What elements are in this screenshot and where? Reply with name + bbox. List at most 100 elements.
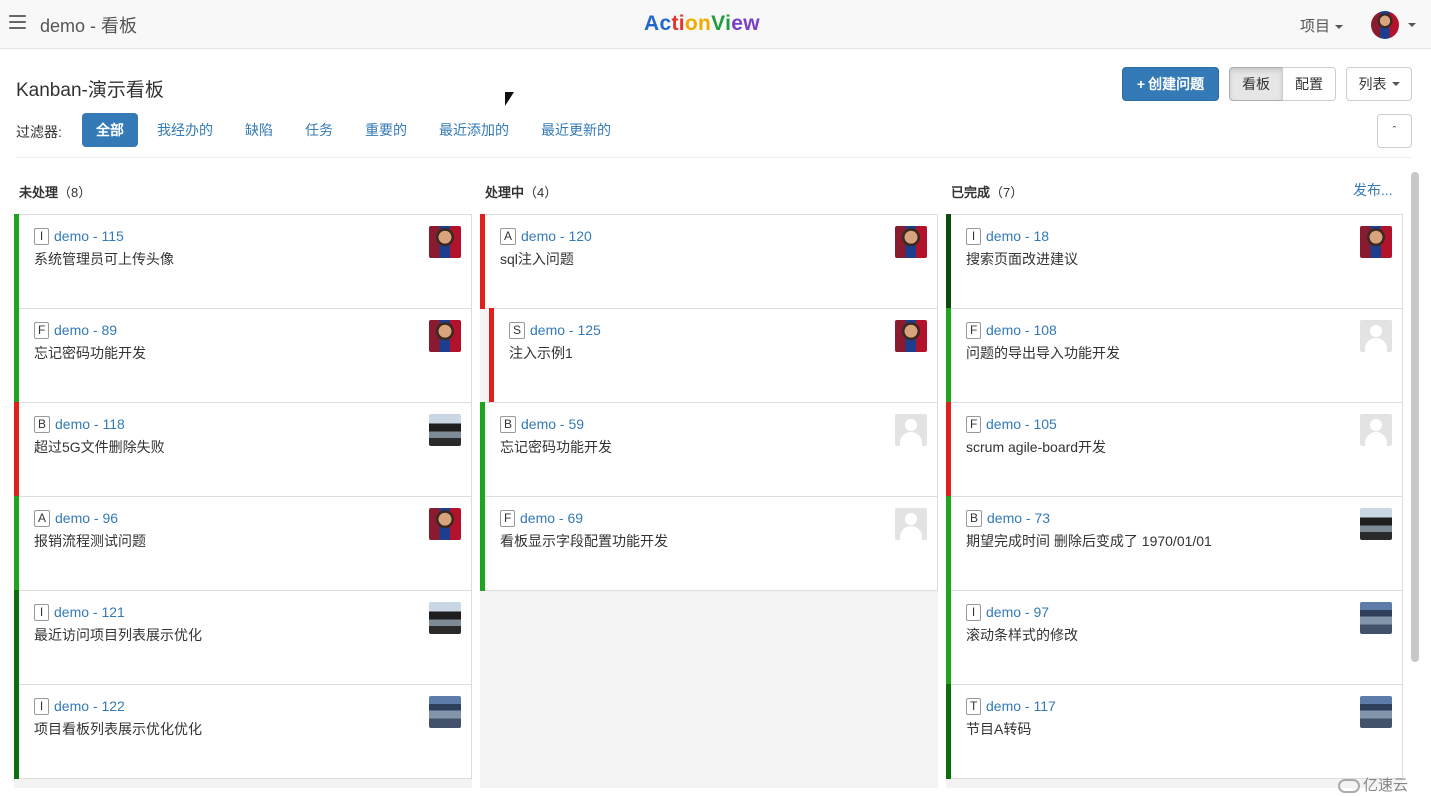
issue-title: 最近访问项目列表展示优化 [34,627,202,643]
issue-type-badge: I [966,228,981,245]
issue-card[interactable]: Bdemo - 118 超过5G文件删除失败 [14,402,472,497]
issue-type-badge: F [966,416,982,433]
issue-type-badge: I [34,604,49,621]
assignee-avatar [1360,602,1392,634]
brand-part: Ac [644,12,672,35]
issue-card[interactable]: Bdemo - 59 忘记密码功能开发 [480,402,938,497]
issue-key-link[interactable]: demo - 121 [54,604,125,620]
issue-card[interactable]: Idemo - 115 系统管理员可上传头像 [14,214,472,309]
vertical-scrollbar[interactable] [1411,172,1419,662]
issue-title: 问题的导出导入功能开发 [966,345,1120,361]
issue-key-link[interactable]: demo - 108 [986,322,1057,338]
caret-down-icon [1391,82,1400,86]
list-menu-button[interactable]: 列表 [1346,67,1412,101]
app-title: demo - 看板 [40,16,138,36]
issue-key-link[interactable]: demo - 59 [521,416,584,432]
issue-card[interactable]: Sdemo - 125 注入示例1 [489,308,938,403]
priority-stripe [14,308,19,403]
issue-key-link[interactable]: demo - 69 [520,510,583,526]
release-link[interactable]: 发布... [1353,180,1393,200]
filter-important[interactable]: 重要的 [351,113,421,147]
issue-type-badge: F [966,322,982,339]
issue-key-link[interactable]: demo - 18 [986,228,1049,244]
view-board-button[interactable]: 看板 [1229,67,1283,101]
list-menu-label: 列表 [1358,76,1387,92]
view-config-button[interactable]: 配置 [1282,67,1336,101]
priority-stripe [946,402,951,497]
board-title: Kanban-演示看板 [16,80,164,101]
filter-assigned-to-me[interactable]: 我经办的 [143,113,227,147]
issue-key-link[interactable]: demo - 120 [521,228,592,244]
assignee-avatar [429,602,461,634]
filter-all[interactable]: 全部 [82,113,138,147]
issue-card[interactable]: Tdemo - 117 节目A转码 [946,684,1403,779]
filter-recently-added[interactable]: 最近添加的 [425,113,523,147]
issue-card[interactable]: Fdemo - 69 看板显示字段配置功能开发 [480,496,938,591]
issue-key-link[interactable]: demo - 89 [54,322,117,338]
issue-card[interactable]: Ademo - 120 sql注入问题 [480,214,938,309]
issue-card[interactable]: Fdemo - 105 scrum agile-board开发 [946,402,1403,497]
issue-type-badge: T [966,698,982,715]
issue-key-link[interactable]: demo - 96 [55,510,118,526]
issue-key-link[interactable]: demo - 118 [55,416,125,432]
brand-part: Vi [711,12,732,35]
issue-card[interactable]: Idemo - 18 搜索页面改进建议 [946,214,1403,309]
watermark: 亿速云 [1338,774,1408,795]
issue-type-badge: A [500,228,517,245]
column-count: （7） [990,185,1024,200]
priority-stripe [946,496,951,591]
issue-type-badge: B [500,416,517,433]
issue-type-badge: I [34,698,49,715]
issue-key-link[interactable]: demo - 122 [54,698,125,714]
project-menu-label: 项目 [1300,18,1331,35]
assignee-avatar [429,508,461,540]
issue-type-badge: S [509,322,526,339]
priority-stripe [480,496,485,591]
issue-card[interactable]: Fdemo - 108 问题的导出导入功能开发 [946,308,1403,403]
issue-key-link[interactable]: demo - 73 [987,510,1050,526]
filter-label: 过滤器: [16,124,62,140]
caret-down-icon[interactable] [1408,23,1416,27]
user-avatar[interactable] [1371,11,1399,39]
issue-card[interactable]: Idemo - 122 项目看板列表展示优化优化 [14,684,472,779]
issue-key-link[interactable]: demo - 115 [54,228,124,244]
issue-title: 忘记密码功能开发 [500,439,612,455]
project-menu[interactable]: 项目 [1300,15,1344,36]
issue-title: 节目A转码 [966,721,1032,737]
issue-card[interactable]: Fdemo - 89 忘记密码功能开发 [14,308,472,403]
create-issue-button[interactable]: + 创建问题 [1122,67,1219,101]
assignee-avatar [429,414,461,446]
issue-title: 搜索页面改进建议 [966,251,1078,267]
issue-key-link[interactable]: demo - 117 [986,698,1056,714]
column-done: Idemo - 18 搜索页面改进建议 Fdemo - 108 问题的导出导入功能开发… [946,214,1403,788]
column-header-in-progress: 处理中（4） [485,182,557,201]
brand-part: ti [671,12,685,35]
menu-icon[interactable] [9,15,26,29]
assignee-avatar [895,414,927,446]
column-in-progress: Ademo - 120 sql注入问题 Sdemo - 125 注入示例1 Bdemo … [480,214,938,788]
issue-card[interactable]: Idemo - 97 滚动条样式的修改 [946,590,1403,685]
brand-logo[interactable]: ActionView [644,12,760,36]
priority-stripe [14,590,19,685]
chevron-double-up-icon: ˆ [1392,125,1397,137]
issue-card[interactable]: Idemo - 121 最近访问项目列表展示优化 [14,590,472,685]
issue-key-link[interactable]: demo - 125 [530,322,601,338]
cloud-logo-icon [1338,779,1360,794]
filter-tasks[interactable]: 任务 [291,113,347,147]
filter-recently-updated[interactable]: 最近更新的 [527,113,625,147]
priority-stripe [480,214,485,309]
collapse-filters-button[interactable]: ˆ [1377,114,1412,148]
column-name: 处理中 [485,185,525,200]
issue-card[interactable]: Bdemo - 73 期望完成时间 删除后变成了 1970/01/01 [946,496,1403,591]
column-count: （8） [58,185,92,200]
filter-bugs[interactable]: 缺陷 [231,113,287,147]
issue-key-link[interactable]: demo - 97 [986,604,1049,620]
assignee-avatar [1360,414,1392,446]
issue-type-badge: I [966,604,981,621]
issue-card[interactable]: Ademo - 96 报销流程测试问题 [14,496,472,591]
priority-stripe [489,308,494,403]
issue-key-link[interactable]: demo - 105 [986,416,1057,432]
issue-title: scrum agile-board开发 [966,439,1107,455]
column-count: （4） [524,185,558,200]
priority-stripe [14,496,19,591]
